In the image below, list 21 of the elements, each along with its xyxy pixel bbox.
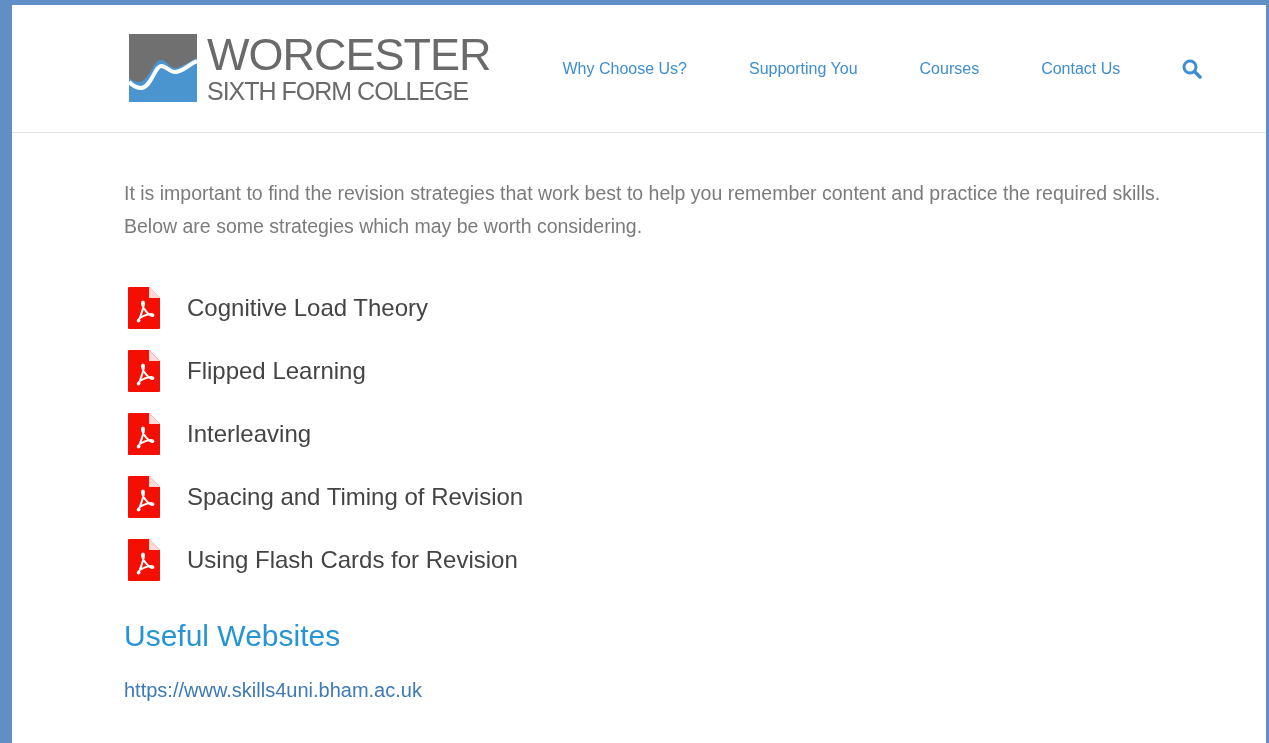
document-link[interactable]: Spacing and Timing of Revision — [187, 483, 524, 511]
document-link[interactable]: Flipped Learning — [187, 357, 366, 385]
nav-link[interactable]: Contact Us — [1041, 59, 1121, 78]
document-link[interactable]: Interleaving — [187, 420, 312, 448]
logo-icon — [129, 33, 197, 102]
pdf-file-icon[interactable] — [128, 476, 160, 518]
nav-link[interactable]: Why Choose Us? — [562, 59, 687, 78]
nav-link[interactable]: Supporting You — [749, 59, 858, 78]
section-heading: Useful Websites — [124, 619, 342, 653]
pdf-file-icon[interactable] — [128, 287, 160, 329]
nav-link[interactable]: Courses — [919, 59, 980, 78]
logo-title: WORCESTER — [207, 31, 491, 77]
pdf-file-icon[interactable] — [128, 350, 160, 392]
logo-subtitle: SIXTH FORM COLLEGE — [207, 78, 470, 104]
pdf-file-icon[interactable] — [128, 413, 160, 455]
website-link[interactable]: https://www.skills4uni.bham.ac.uk — [124, 679, 422, 702]
pdf-file-icon[interactable] — [128, 539, 160, 581]
document-link[interactable]: Cognitive Load Theory — [187, 294, 429, 322]
search-icon[interactable] — [1182, 58, 1203, 79]
intro-paragraph: It is important to find the revision strategies that work best to help you remember content and practice the required skills. Below are some strategies which may be worth considering. — [124, 181, 1162, 239]
document-link[interactable]: Using Flash Cards for Revision — [187, 546, 518, 574]
